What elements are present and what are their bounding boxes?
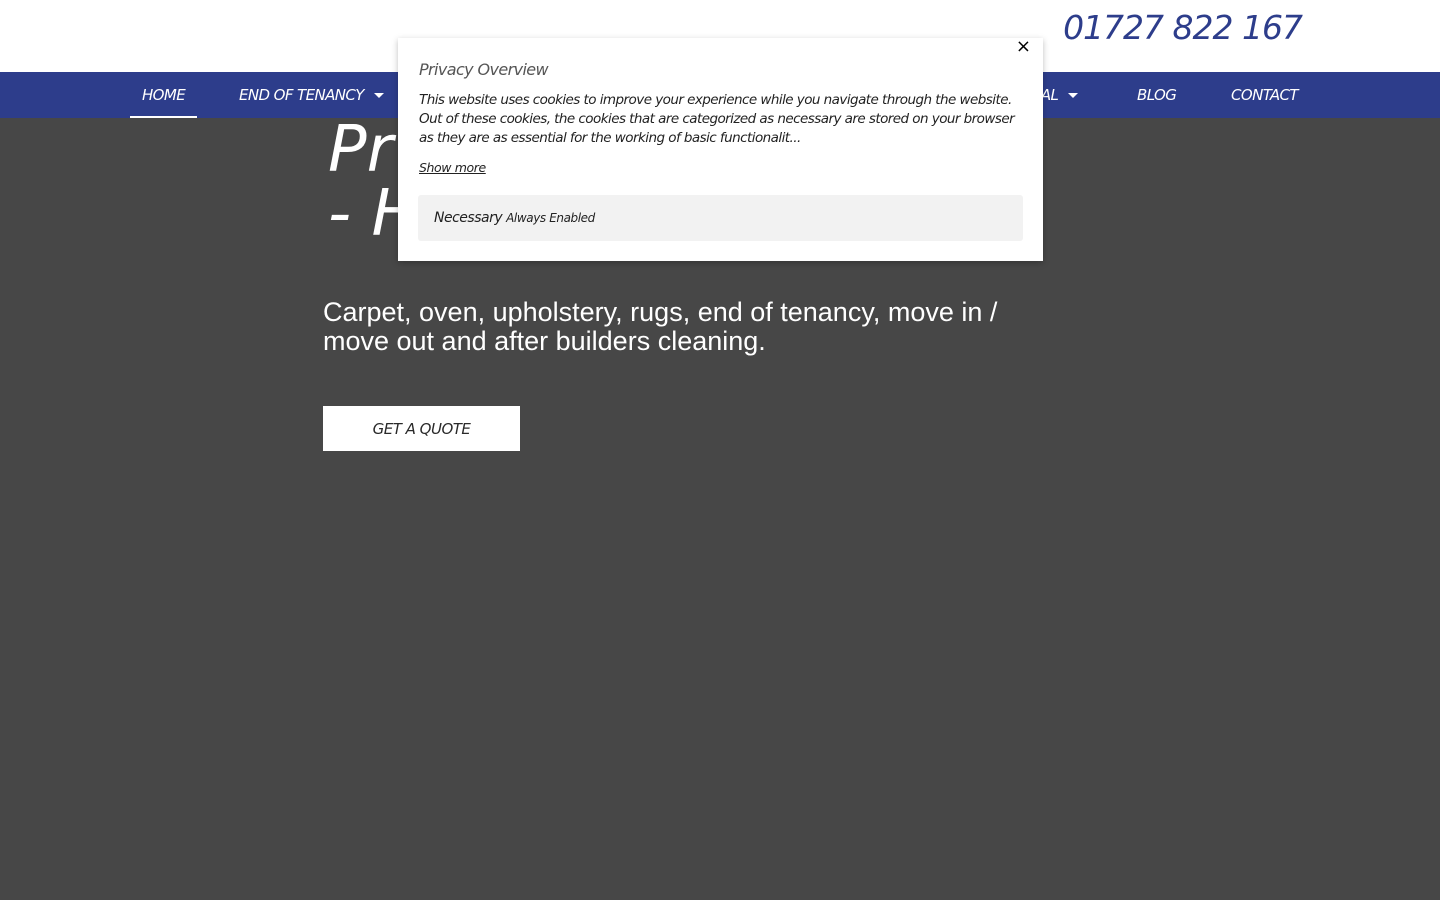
nav-item-contact[interactable]: CONTACT <box>1231 72 1299 118</box>
always-enabled-label: Always Enabled <box>506 211 595 225</box>
nav-item-label: END OF TENANCY <box>239 86 364 104</box>
caret-down-icon <box>1068 92 1079 98</box>
phone-number-link[interactable]: 01727 822 167 <box>1063 8 1303 47</box>
necessary-cookies-toggle[interactable]: Necessary Always Enabled <box>418 195 1023 241</box>
nav-item-commercial[interactable]: IAL <box>1037 72 1079 118</box>
nav-item-label: CONTACT <box>1231 86 1299 104</box>
nav-item-home[interactable]: HOME <box>129 72 198 118</box>
nav-item-label: HOME <box>142 86 186 104</box>
modal-title: Privacy Overview <box>419 60 549 79</box>
hero-subtitle: Carpet, oven, upholstery, rugs, end of t… <box>323 297 998 356</box>
caret-down-icon <box>373 92 384 98</box>
privacy-overview-modal: × Privacy Overview This website uses coo… <box>398 38 1043 261</box>
close-icon[interactable]: × <box>1016 38 1031 56</box>
nav-item-label: BLOG <box>1137 86 1177 104</box>
nav-item-end-of-tenancy[interactable]: END OF TENANCY <box>239 72 384 118</box>
modal-description: This website uses cookies to improve you… <box>419 92 1015 146</box>
get-a-quote-button[interactable]: GET A QUOTE <box>323 406 520 451</box>
nav-item-blog[interactable]: BLOG <box>1137 72 1177 118</box>
necessary-label: Necessary <box>434 210 503 226</box>
show-more-link[interactable]: Show more <box>419 160 486 175</box>
